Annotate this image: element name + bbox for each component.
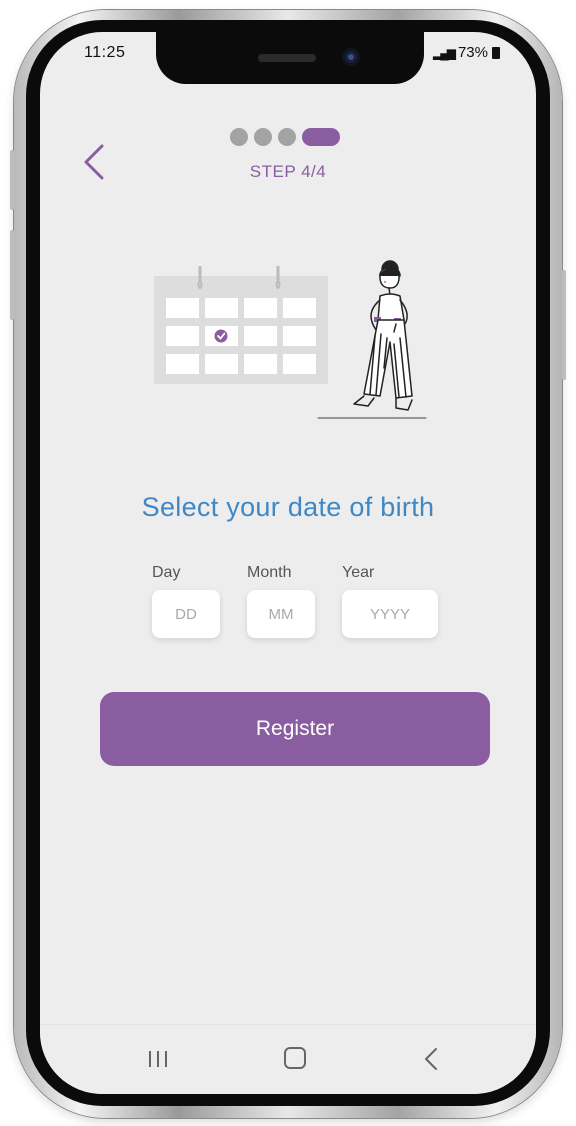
signal-icon: ▂▄▆ [433, 45, 456, 60]
status-indicators: ▂▄▆ 73% [433, 44, 500, 61]
home-icon[interactable] [284, 1047, 306, 1069]
step-label: STEP 4/4 [249, 162, 327, 181]
day-input[interactable] [152, 590, 220, 638]
check-icon [214, 329, 228, 343]
screen: 11:25 ▂▄▆ 73% STEP 4/4 Select your date … [40, 32, 536, 1094]
calendar-woman-illustration [154, 260, 427, 419]
day-label: Day [152, 564, 181, 581]
speaker [258, 54, 316, 62]
progress-dot [278, 128, 296, 146]
phone-side-button [10, 150, 14, 210]
page-title: Select your date of birth [141, 492, 435, 522]
recents-icon[interactable] [146, 1049, 170, 1069]
progress-dot [254, 128, 272, 146]
progress-dot [230, 128, 248, 146]
status-time: 11:25 [84, 44, 126, 61]
calendar-icon [154, 266, 328, 384]
year-input[interactable] [342, 590, 438, 638]
camera-icon [342, 48, 360, 66]
register-button[interactable]: Register [100, 692, 490, 766]
progress-dot-active [302, 128, 340, 146]
system-nav-bar [40, 1024, 536, 1094]
step-progress [230, 128, 340, 146]
year-label: Year [342, 564, 375, 581]
nav-back-icon[interactable] [422, 1045, 440, 1073]
notch [156, 32, 424, 84]
woman-figure [317, 260, 427, 419]
phone-side-button [562, 270, 566, 380]
battery-percentage: 73% [457, 44, 488, 61]
month-input[interactable] [247, 590, 315, 638]
month-label: Month [247, 564, 292, 581]
phone-side-button [10, 230, 14, 320]
battery-icon [492, 46, 500, 59]
